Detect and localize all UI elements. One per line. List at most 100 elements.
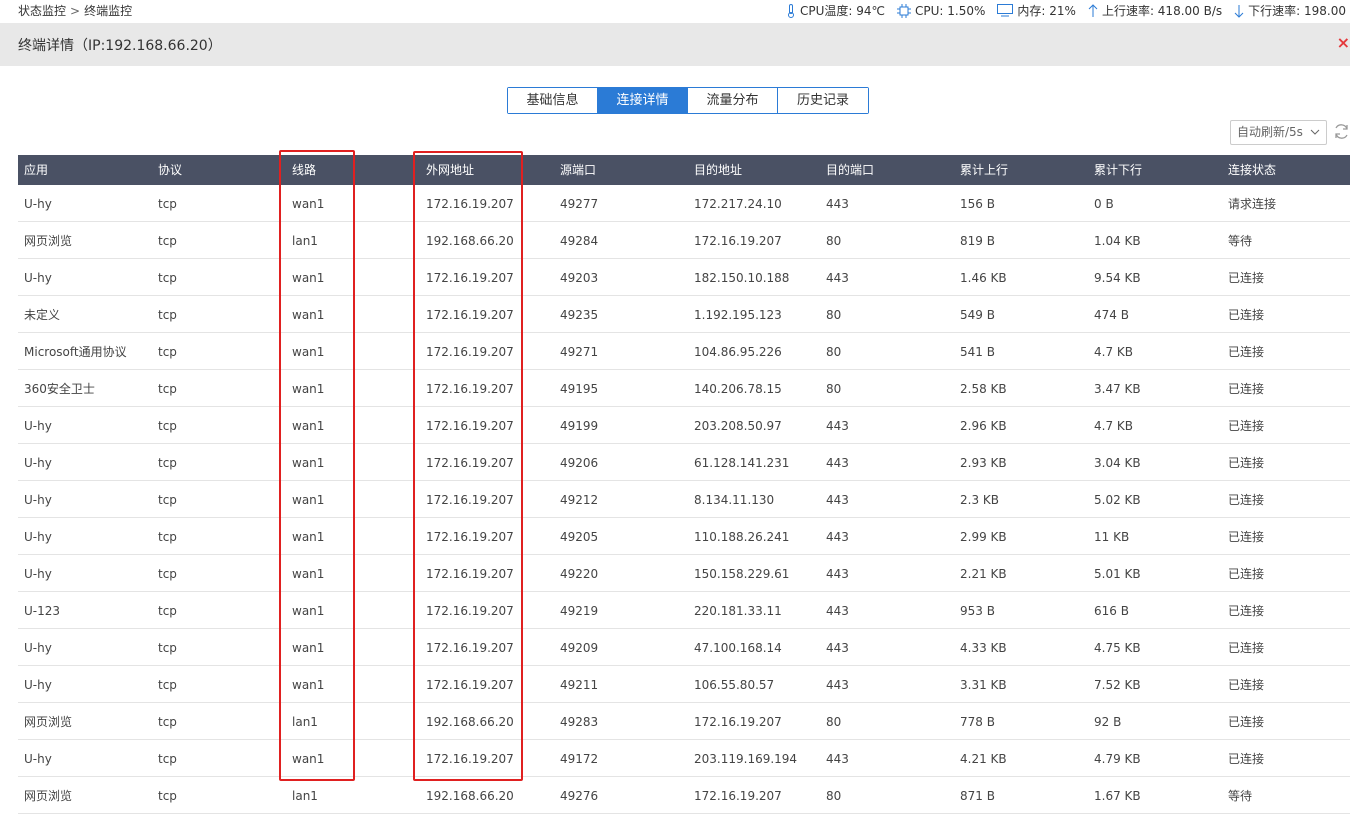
cell-wan-address: 172.16.19.207 [426, 197, 514, 211]
table-row[interactable]: 网页浏览 tcp lan1 192.168.66.20 49276 172.16.19.2… [18, 777, 1350, 814]
table-row[interactable]: 网页浏览 tcp lan1 192.168.66.20 49284 172.16.19.2… [18, 222, 1350, 259]
cell-source-port: 49284 [560, 234, 599, 248]
cell-line: wan1 [292, 308, 325, 322]
cell-app: U-hy [24, 493, 52, 507]
memory-text: 内存: 21% [1017, 4, 1076, 18]
cell-wan-address: 172.16.19.207 [426, 530, 514, 544]
cell-source-port: 49206 [560, 456, 599, 470]
cell-dest-address: 106.55.80.57 [694, 678, 775, 692]
tab-traffic-distribution[interactable]: 流量分布 [688, 88, 778, 113]
table-row[interactable]: U-hy tcp wan1 172.16.19.207 49172 203.119.169… [18, 740, 1350, 777]
cell-connection-status: 已连接 [1228, 456, 1265, 470]
tab-basic-info[interactable]: 基础信息 [508, 88, 598, 113]
cell-protocol: tcp [158, 308, 177, 322]
cell-total-download: 4.79 KB [1094, 752, 1141, 766]
cell-dest-address: 220.181.33.11 [694, 604, 782, 618]
table-row[interactable]: U-hy tcp wan1 172.16.19.207 49211 106.55.80.5… [18, 666, 1350, 703]
column-header-connection-status: 连接状态 [1228, 163, 1277, 177]
cell-dest-address: 172.16.19.207 [694, 234, 782, 248]
cell-connection-status: 已连接 [1228, 271, 1265, 285]
cell-app: 网页浏览 [24, 715, 73, 729]
panel-title: 终端详情（IP:192.168.66.20） [18, 38, 222, 54]
column-header-protocol: 协议 [158, 163, 183, 177]
close-icon[interactable]: × [1337, 33, 1350, 52]
cell-dest-address: 172.16.19.207 [694, 715, 782, 729]
cell-connection-status: 等待 [1228, 789, 1253, 803]
arrow-up-icon [1088, 3, 1098, 17]
monitor-icon [997, 4, 1014, 17]
table-row[interactable]: Microsoft通用协议 tcp wan1 172.16.19.207 49271 10… [18, 333, 1350, 370]
cell-protocol: tcp [158, 197, 177, 211]
cell-protocol: tcp [158, 345, 177, 359]
cell-total-upload: 2.21 KB [960, 567, 1007, 581]
table-row[interactable]: 网页浏览 tcp lan1 192.168.66.20 49283 172.16.19.2… [18, 703, 1350, 740]
cell-wan-address: 172.16.19.207 [426, 456, 514, 470]
cell-total-upload: 1.46 KB [960, 271, 1007, 285]
download-stat: 下行速率: 198.00 [1234, 2, 1346, 19]
cell-protocol: tcp [158, 530, 177, 544]
cell-app: 网页浏览 [24, 234, 73, 248]
cell-dest-port: 80 [826, 345, 842, 359]
cell-protocol: tcp [158, 567, 177, 581]
table-row[interactable]: U-hy tcp wan1 172.16.19.207 49206 61.128.141.… [18, 444, 1350, 481]
cell-source-port: 49219 [560, 604, 599, 618]
table-row[interactable]: U-hy tcp wan1 172.16.19.207 49205 110.188.26.… [18, 518, 1350, 555]
cell-protocol: tcp [158, 234, 177, 248]
cell-dest-address: 61.128.141.231 [694, 456, 790, 470]
cell-total-upload: 541 B [960, 345, 995, 359]
cell-total-upload: 3.31 KB [960, 678, 1007, 692]
column-header-source-port: 源端口 [560, 163, 597, 177]
cell-total-download: 616 B [1094, 604, 1129, 618]
auto-refresh-value: 自动刷新/5s [1237, 125, 1303, 139]
cpu-icon [897, 3, 912, 18]
cell-dest-port: 443 [826, 567, 849, 581]
cell-line: wan1 [292, 345, 325, 359]
table-row[interactable]: U-hy tcp wan1 172.16.19.207 49203 182.150.10.… [18, 259, 1350, 296]
cell-dest-port: 80 [826, 308, 842, 322]
cell-total-download: 11 KB [1094, 530, 1130, 544]
table-row[interactable]: U-hy tcp wan1 172.16.19.207 49220 150.158.229… [18, 555, 1350, 592]
tab-connection-details[interactable]: 连接详情 [598, 88, 688, 113]
breadcrumb: 状态监控 > 终端监控 [18, 2, 132, 19]
cell-total-upload: 953 B [960, 604, 995, 618]
system-stats: CPU温度: 94℃ CPU: 1.50% 内存: 21% 上行速率: 418.… [774, 2, 1346, 19]
cell-line: lan1 [292, 234, 318, 248]
cell-protocol: tcp [158, 678, 177, 692]
cell-protocol: tcp [158, 456, 177, 470]
cell-connection-status: 已连接 [1228, 419, 1265, 433]
cell-protocol: tcp [158, 419, 177, 433]
thermometer-icon [788, 3, 794, 18]
cell-total-upload: 4.33 KB [960, 641, 1007, 655]
breadcrumb-parent[interactable]: 状态监控 [18, 4, 66, 18]
cell-line: wan1 [292, 604, 325, 618]
cell-app: U-123 [24, 604, 61, 618]
cell-dest-port: 443 [826, 530, 849, 544]
auto-refresh-select[interactable]: 自动刷新/5s [1230, 120, 1327, 145]
memory-stat: 内存: 21% [997, 2, 1076, 19]
table-row[interactable]: 360安全卫士 tcp wan1 172.16.19.207 49195 140.206.… [18, 370, 1350, 407]
table-row[interactable]: 未定义 tcp wan1 172.16.19.207 49235 1.192.195.12… [18, 296, 1350, 333]
refresh-icon[interactable] [1333, 123, 1350, 143]
cell-line: wan1 [292, 530, 325, 544]
cell-dest-address: 110.188.26.241 [694, 530, 790, 544]
tab-history[interactable]: 历史记录 [778, 88, 868, 113]
table-row[interactable]: U-hy tcp wan1 172.16.19.207 49209 47.100.168.… [18, 629, 1350, 666]
table-row[interactable]: U-hy tcp wan1 172.16.19.207 49277 172.217.24.… [18, 185, 1350, 222]
cell-source-port: 49195 [560, 382, 599, 396]
cell-line: wan1 [292, 419, 325, 433]
column-header-total-download: 累计下行 [1094, 163, 1143, 177]
cell-total-download: 0 B [1094, 197, 1114, 211]
cell-app: 网页浏览 [24, 789, 73, 803]
arrow-down-icon [1234, 4, 1244, 18]
cell-total-download: 3.04 KB [1094, 456, 1141, 470]
panel-header: 终端详情（IP:192.168.66.20） × [0, 23, 1350, 66]
cell-dest-address: 8.134.11.130 [694, 493, 775, 507]
cell-total-upload: 2.99 KB [960, 530, 1007, 544]
table-row[interactable]: U-123 tcp wan1 172.16.19.207 49219 220.181.33… [18, 592, 1350, 629]
cell-protocol: tcp [158, 715, 177, 729]
cell-total-download: 3.47 KB [1094, 382, 1141, 396]
cell-line: wan1 [292, 493, 325, 507]
table-row[interactable]: U-hy tcp wan1 172.16.19.207 49199 203.208.50.… [18, 407, 1350, 444]
table-row[interactable]: U-hy tcp wan1 172.16.19.207 49212 8.134.11.13… [18, 481, 1350, 518]
cell-dest-address: 140.206.78.15 [694, 382, 782, 396]
